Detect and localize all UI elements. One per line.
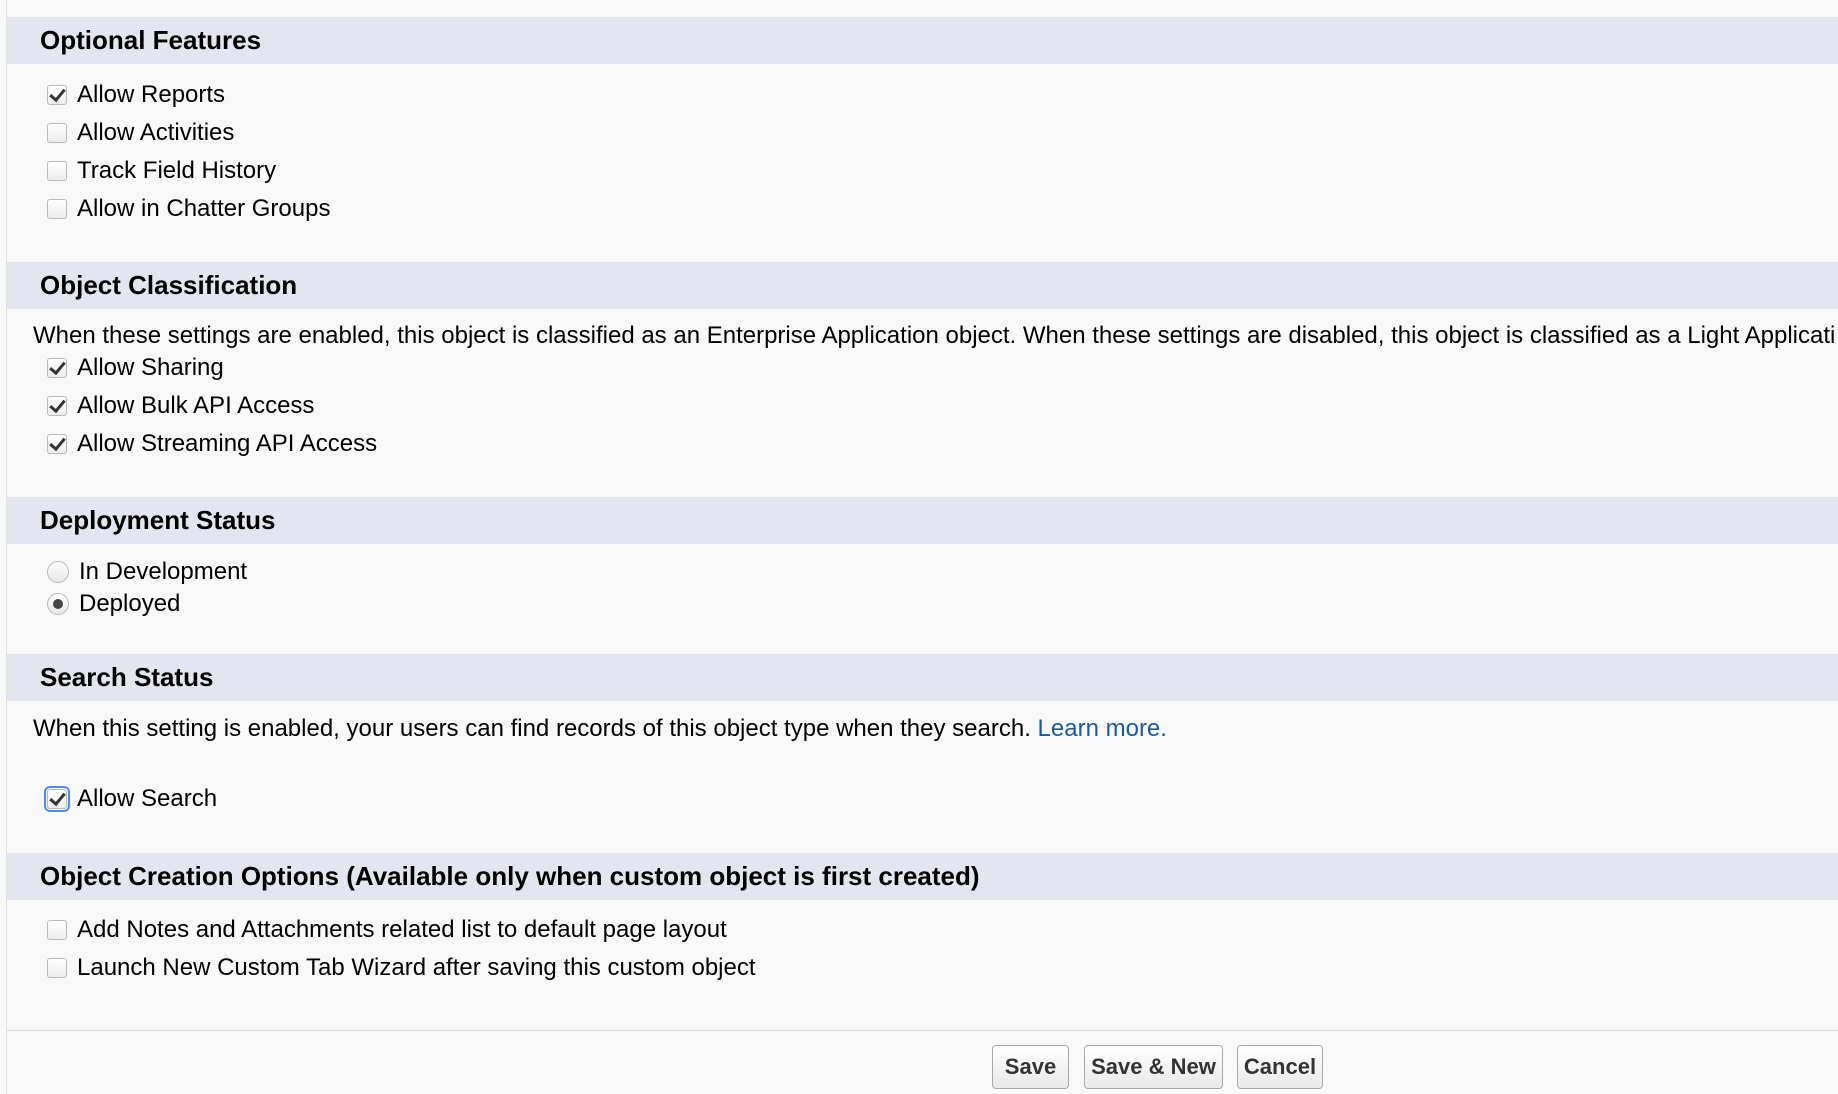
save-button[interactable]: Save: [992, 1045, 1069, 1089]
launch-tab-wizard-option[interactable]: Launch New Custom Tab Wizard after savin…: [40, 952, 756, 984]
allow-reports-checkbox[interactable]: [47, 85, 67, 105]
allow-in-chatter-groups-option[interactable]: Allow in Chatter Groups: [40, 193, 330, 225]
launch-tab-wizard-label: Launch New Custom Tab Wizard after savin…: [77, 954, 756, 981]
track-field-history-label: Track Field History: [77, 157, 277, 184]
allow-sharing-label: Allow Sharing: [77, 354, 224, 381]
allow-sharing-checkbox[interactable]: [47, 358, 67, 378]
allow-reports-label: Allow Reports: [77, 81, 226, 108]
section-header-object-creation-options: Object Creation Options (Available only …: [7, 853, 1838, 900]
section-header-search-status: Search Status: [7, 654, 1838, 701]
deployed-label: Deployed: [79, 590, 181, 617]
launch-tab-wizard-checkbox[interactable]: [47, 958, 67, 978]
allow-streaming-api-access-option[interactable]: Allow Streaming API Access: [40, 428, 377, 460]
allow-in-chatter-groups-label: Allow in Chatter Groups: [77, 195, 331, 222]
allow-in-chatter-groups-checkbox[interactable]: [47, 199, 67, 219]
allow-activities-option[interactable]: Allow Activities: [40, 117, 234, 149]
add-notes-attachments-label: Add Notes and Attachments related list t…: [77, 916, 727, 943]
search-status-description: When this setting is enabled, your users…: [33, 715, 1167, 743]
allow-activities-label: Allow Activities: [77, 119, 235, 146]
allow-bulk-api-access-checkbox[interactable]: [47, 396, 67, 416]
cancel-button[interactable]: Cancel: [1237, 1045, 1323, 1089]
learn-more-link[interactable]: Learn more.: [1038, 715, 1167, 742]
object-classification-description: When these settings are enabled, this ob…: [33, 322, 1836, 349]
allow-reports-option[interactable]: Allow Reports: [40, 79, 225, 111]
deployed-radio[interactable]: [47, 593, 69, 615]
in-development-option[interactable]: In Development: [40, 556, 247, 588]
search-status-description-text: When this setting is enabled, your users…: [33, 715, 1031, 742]
allow-sharing-option[interactable]: Allow Sharing: [40, 352, 224, 384]
in-development-label: In Development: [79, 558, 248, 585]
allow-activities-checkbox[interactable]: [47, 123, 67, 143]
custom-object-edit-page: Optional Features Allow Reports Allow Ac…: [6, 0, 1838, 1094]
section-header-deployment-status: Deployment Status: [7, 497, 1838, 544]
footer-divider: [7, 1030, 1838, 1031]
allow-search-option[interactable]: Allow Search: [40, 783, 217, 815]
deployed-option[interactable]: Deployed: [40, 588, 180, 620]
in-development-radio[interactable]: [47, 561, 69, 583]
allow-streaming-api-access-label: Allow Streaming API Access: [77, 430, 378, 457]
track-field-history-checkbox[interactable]: [47, 161, 67, 181]
add-notes-attachments-checkbox[interactable]: [47, 920, 67, 940]
section-header-optional-features: Optional Features: [7, 17, 1838, 64]
save-and-new-button[interactable]: Save & New: [1084, 1045, 1223, 1089]
add-notes-attachments-option[interactable]: Add Notes and Attachments related list t…: [40, 914, 727, 946]
allow-search-checkbox[interactable]: [44, 786, 70, 812]
allow-bulk-api-access-label: Allow Bulk API Access: [77, 392, 315, 419]
allow-search-label: Allow Search: [77, 785, 218, 812]
track-field-history-option[interactable]: Track Field History: [40, 155, 276, 187]
allow-bulk-api-access-option[interactable]: Allow Bulk API Access: [40, 390, 314, 422]
allow-streaming-api-access-checkbox[interactable]: [47, 434, 67, 454]
section-header-object-classification: Object Classification: [7, 262, 1838, 309]
